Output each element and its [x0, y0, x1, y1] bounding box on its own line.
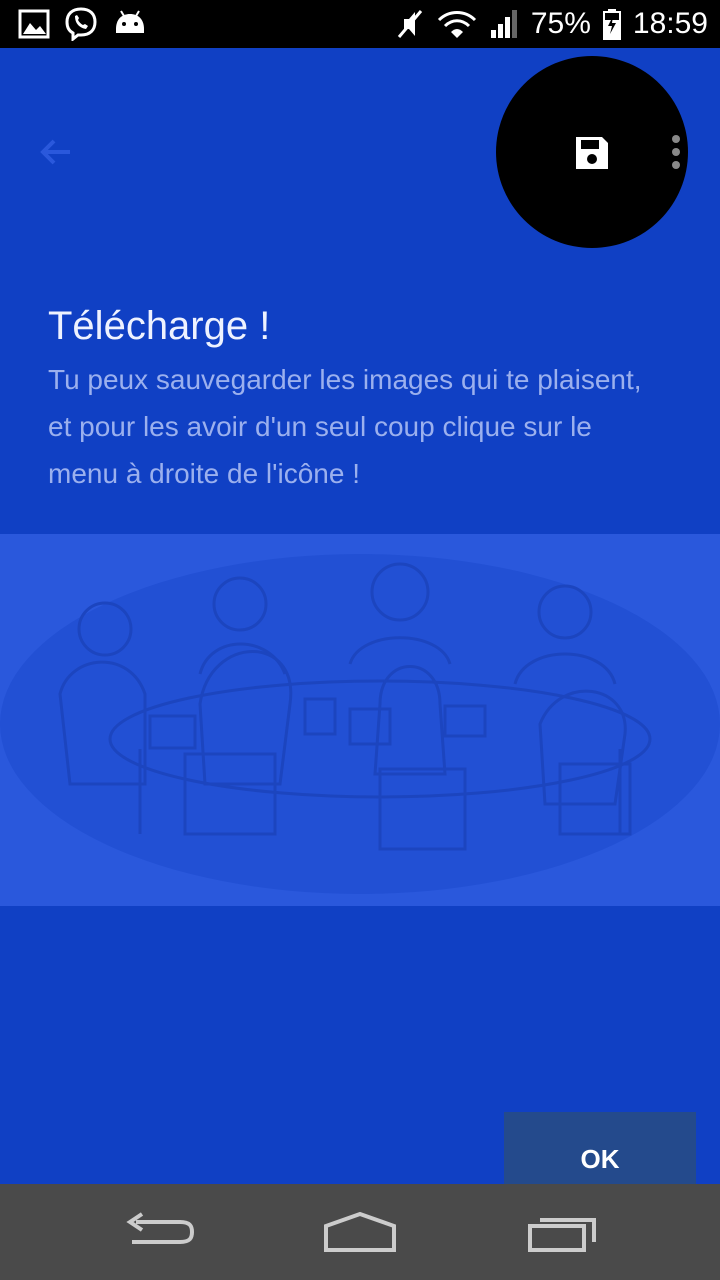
viber-icon [64, 7, 98, 41]
save-icon[interactable] [573, 134, 611, 177]
recents-icon[interactable] [526, 1212, 598, 1259]
status-bar: 75% 18:59 [0, 0, 720, 48]
illustration-image [0, 534, 720, 906]
mute-icon [395, 7, 425, 41]
home-icon[interactable] [322, 1211, 398, 1259]
wifi-icon [437, 8, 477, 40]
back-icon[interactable] [124, 1212, 196, 1257]
tutorial-title: Télécharge ! [48, 304, 271, 348]
battery-percent: 75% [530, 7, 591, 40]
signal-icon [489, 8, 519, 40]
tutorial-body: Tu peux sauvegarder les images qui te pl… [48, 364, 642, 489]
clock: 18:59 [632, 7, 708, 40]
arrow-left-icon[interactable] [36, 132, 76, 177]
navigation-bar [0, 1184, 720, 1280]
more-vert-icon[interactable] [670, 134, 682, 175]
gallery-icon [18, 8, 50, 40]
tutorial-overlay: Télécharge ! Tu peux sauvegarder les ima… [0, 48, 720, 1206]
battery-charging-icon [602, 8, 621, 40]
android-icon [112, 9, 148, 39]
